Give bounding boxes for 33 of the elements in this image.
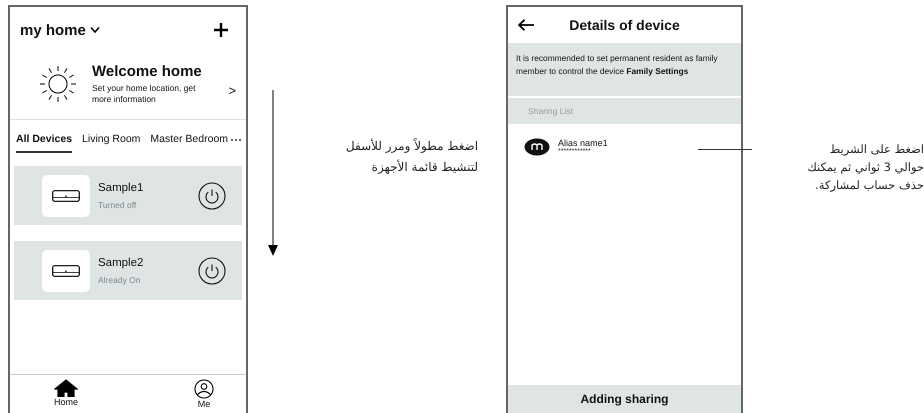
member-name: Alias name1 bbox=[558, 138, 608, 148]
back-arrow-icon[interactable] bbox=[518, 19, 534, 31]
device-card[interactable]: Sample2 Already On bbox=[14, 241, 242, 300]
device-status: Already On bbox=[98, 274, 142, 284]
avatar-icon bbox=[524, 138, 550, 156]
device-name: Sample1 bbox=[98, 182, 144, 194]
more-icon[interactable] bbox=[230, 138, 242, 142]
power-icon[interactable] bbox=[198, 256, 226, 284]
welcome-arrow[interactable]: > bbox=[228, 82, 236, 98]
nav-item[interactable]: Me bbox=[194, 379, 214, 413]
home-title[interactable]: my home bbox=[20, 22, 86, 38]
welcome-description: Set your home location, get more information bbox=[92, 83, 196, 105]
device-card[interactable]: Sample1 Turned off bbox=[14, 166, 242, 225]
section-header: Sharing List bbox=[508, 98, 741, 124]
room-tab[interactable]: Master Bedroom bbox=[150, 127, 228, 153]
power-icon[interactable] bbox=[198, 182, 226, 210]
sun-icon bbox=[38, 64, 78, 104]
chevron-down-icon[interactable] bbox=[90, 26, 100, 34]
notice-text: It is recommended to set permanent resident as family member to control the device Family Settings bbox=[508, 43, 741, 98]
nav-item[interactable]: Home bbox=[54, 379, 78, 413]
screen-title: Details of device bbox=[568, 17, 681, 33]
welcome-heading: Welcome home bbox=[92, 63, 203, 80]
add-icon[interactable] bbox=[214, 23, 228, 37]
adding-sharing-button[interactable]: Adding sharing bbox=[508, 385, 741, 413]
device-name: Sample2 bbox=[98, 256, 144, 268]
device-status: Turned off bbox=[98, 200, 138, 210]
air-conditioner-icon bbox=[52, 264, 80, 276]
leader-line bbox=[698, 149, 752, 150]
air-conditioner-icon bbox=[52, 190, 80, 202]
instruction-text: اضغط مطولاً ومرر للأسفل لتنشيط قائمة الأجهزة bbox=[344, 137, 478, 176]
instruction-text: اضغط على الشريط حوالي 3 ثواني ثم يمكنك حذف حساب لمشاركة. bbox=[806, 141, 924, 194]
room-tab[interactable]: All Devices bbox=[16, 127, 72, 153]
room-tab[interactable]: Living Room bbox=[82, 127, 140, 153]
